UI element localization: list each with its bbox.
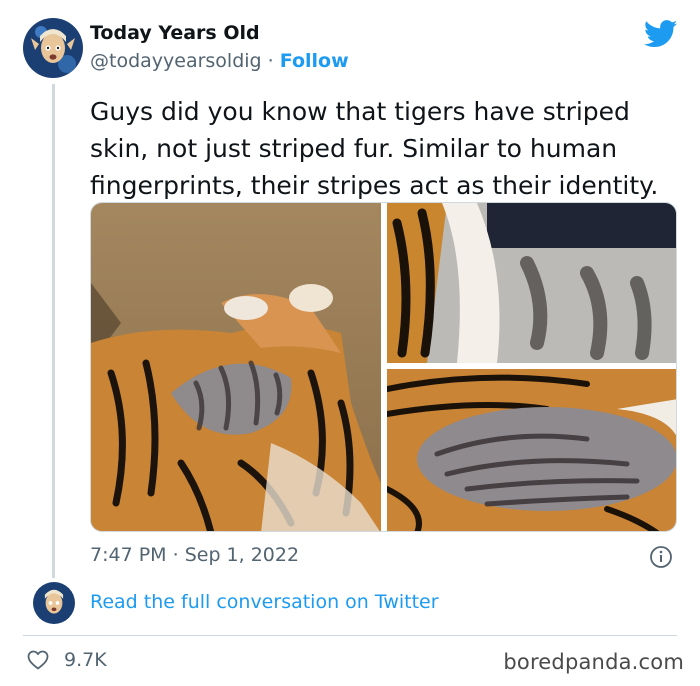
reply-avatar[interactable]: [33, 582, 75, 624]
tweet-date: Sep 1, 2022: [184, 544, 300, 566]
tiger-photo-shaved-closeup[interactable]: [387, 203, 676, 363]
tweet-time: 7:47 PM: [90, 544, 167, 566]
tweet-timestamp[interactable]: 7:47 PM · Sep 1, 2022: [90, 544, 299, 566]
watermark-logo: boredpanda.com: [503, 650, 684, 674]
handle-row: @todayyearsoldig · Follow: [90, 50, 349, 72]
read-conversation-link[interactable]: Read the full conversation on Twitter: [90, 591, 439, 613]
tweet-text: Guys did you know that tigers have strip…: [90, 97, 659, 200]
heart-icon[interactable]: [26, 648, 50, 672]
info-icon[interactable]: [649, 545, 673, 569]
divider: [23, 635, 677, 636]
tiger-photo-shaved-patch[interactable]: [91, 203, 381, 531]
handle-separator: ·: [261, 50, 280, 72]
like-count: 9.7K: [64, 649, 107, 671]
author-handle[interactable]: @todayyearsoldig: [90, 50, 262, 72]
author-name[interactable]: Today Years Old: [90, 22, 260, 44]
tiger-photo-striped-skin[interactable]: [387, 369, 676, 531]
author-avatar[interactable]: [23, 18, 83, 78]
timestamp-separator: ·: [166, 544, 185, 566]
follow-button[interactable]: Follow: [280, 50, 349, 72]
media-grid: [90, 202, 677, 532]
twitter-bird-icon[interactable]: [643, 20, 678, 48]
thread-line: [52, 84, 55, 578]
